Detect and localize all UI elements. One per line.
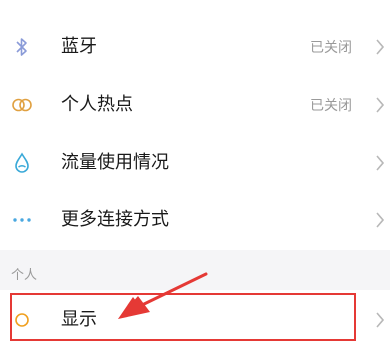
bluetooth-label: 蓝牙	[61, 36, 97, 57]
section-header-personal: 个人	[0, 250, 390, 290]
display-icon	[11, 309, 33, 331]
more-icon	[11, 209, 33, 231]
hotspot-label: 个人热点	[61, 94, 133, 115]
display-label: 显示	[61, 309, 97, 330]
settings-screen: 蓝牙 已关闭 个人热点 已关闭 流量使用情况 更多连接方式 个人 显示	[0, 0, 390, 352]
chevron-right-icon	[373, 153, 387, 173]
settings-row-more-connections[interactable]: 更多连接方式	[0, 190, 390, 250]
settings-row-display[interactable]: 显示	[0, 290, 390, 350]
data-usage-icon	[11, 152, 33, 174]
settings-row-hotspot[interactable]: 个人热点 已关闭	[0, 75, 390, 135]
chevron-right-icon	[373, 210, 387, 230]
settings-row-data-usage[interactable]: 流量使用情况	[0, 133, 390, 193]
chevron-right-icon	[373, 95, 387, 115]
settings-row-bluetooth[interactable]: 蓝牙 已关闭	[0, 17, 390, 77]
more-connections-label: 更多连接方式	[61, 209, 169, 230]
hotspot-icon	[11, 94, 33, 116]
bluetooth-status: 已关闭	[310, 40, 352, 56]
hotspot-status: 已关闭	[310, 98, 352, 114]
section-title: 个人	[11, 268, 38, 283]
chevron-right-icon	[373, 37, 387, 57]
data-usage-label: 流量使用情况	[61, 152, 169, 173]
chevron-right-icon	[373, 310, 387, 330]
bluetooth-icon	[11, 36, 33, 58]
